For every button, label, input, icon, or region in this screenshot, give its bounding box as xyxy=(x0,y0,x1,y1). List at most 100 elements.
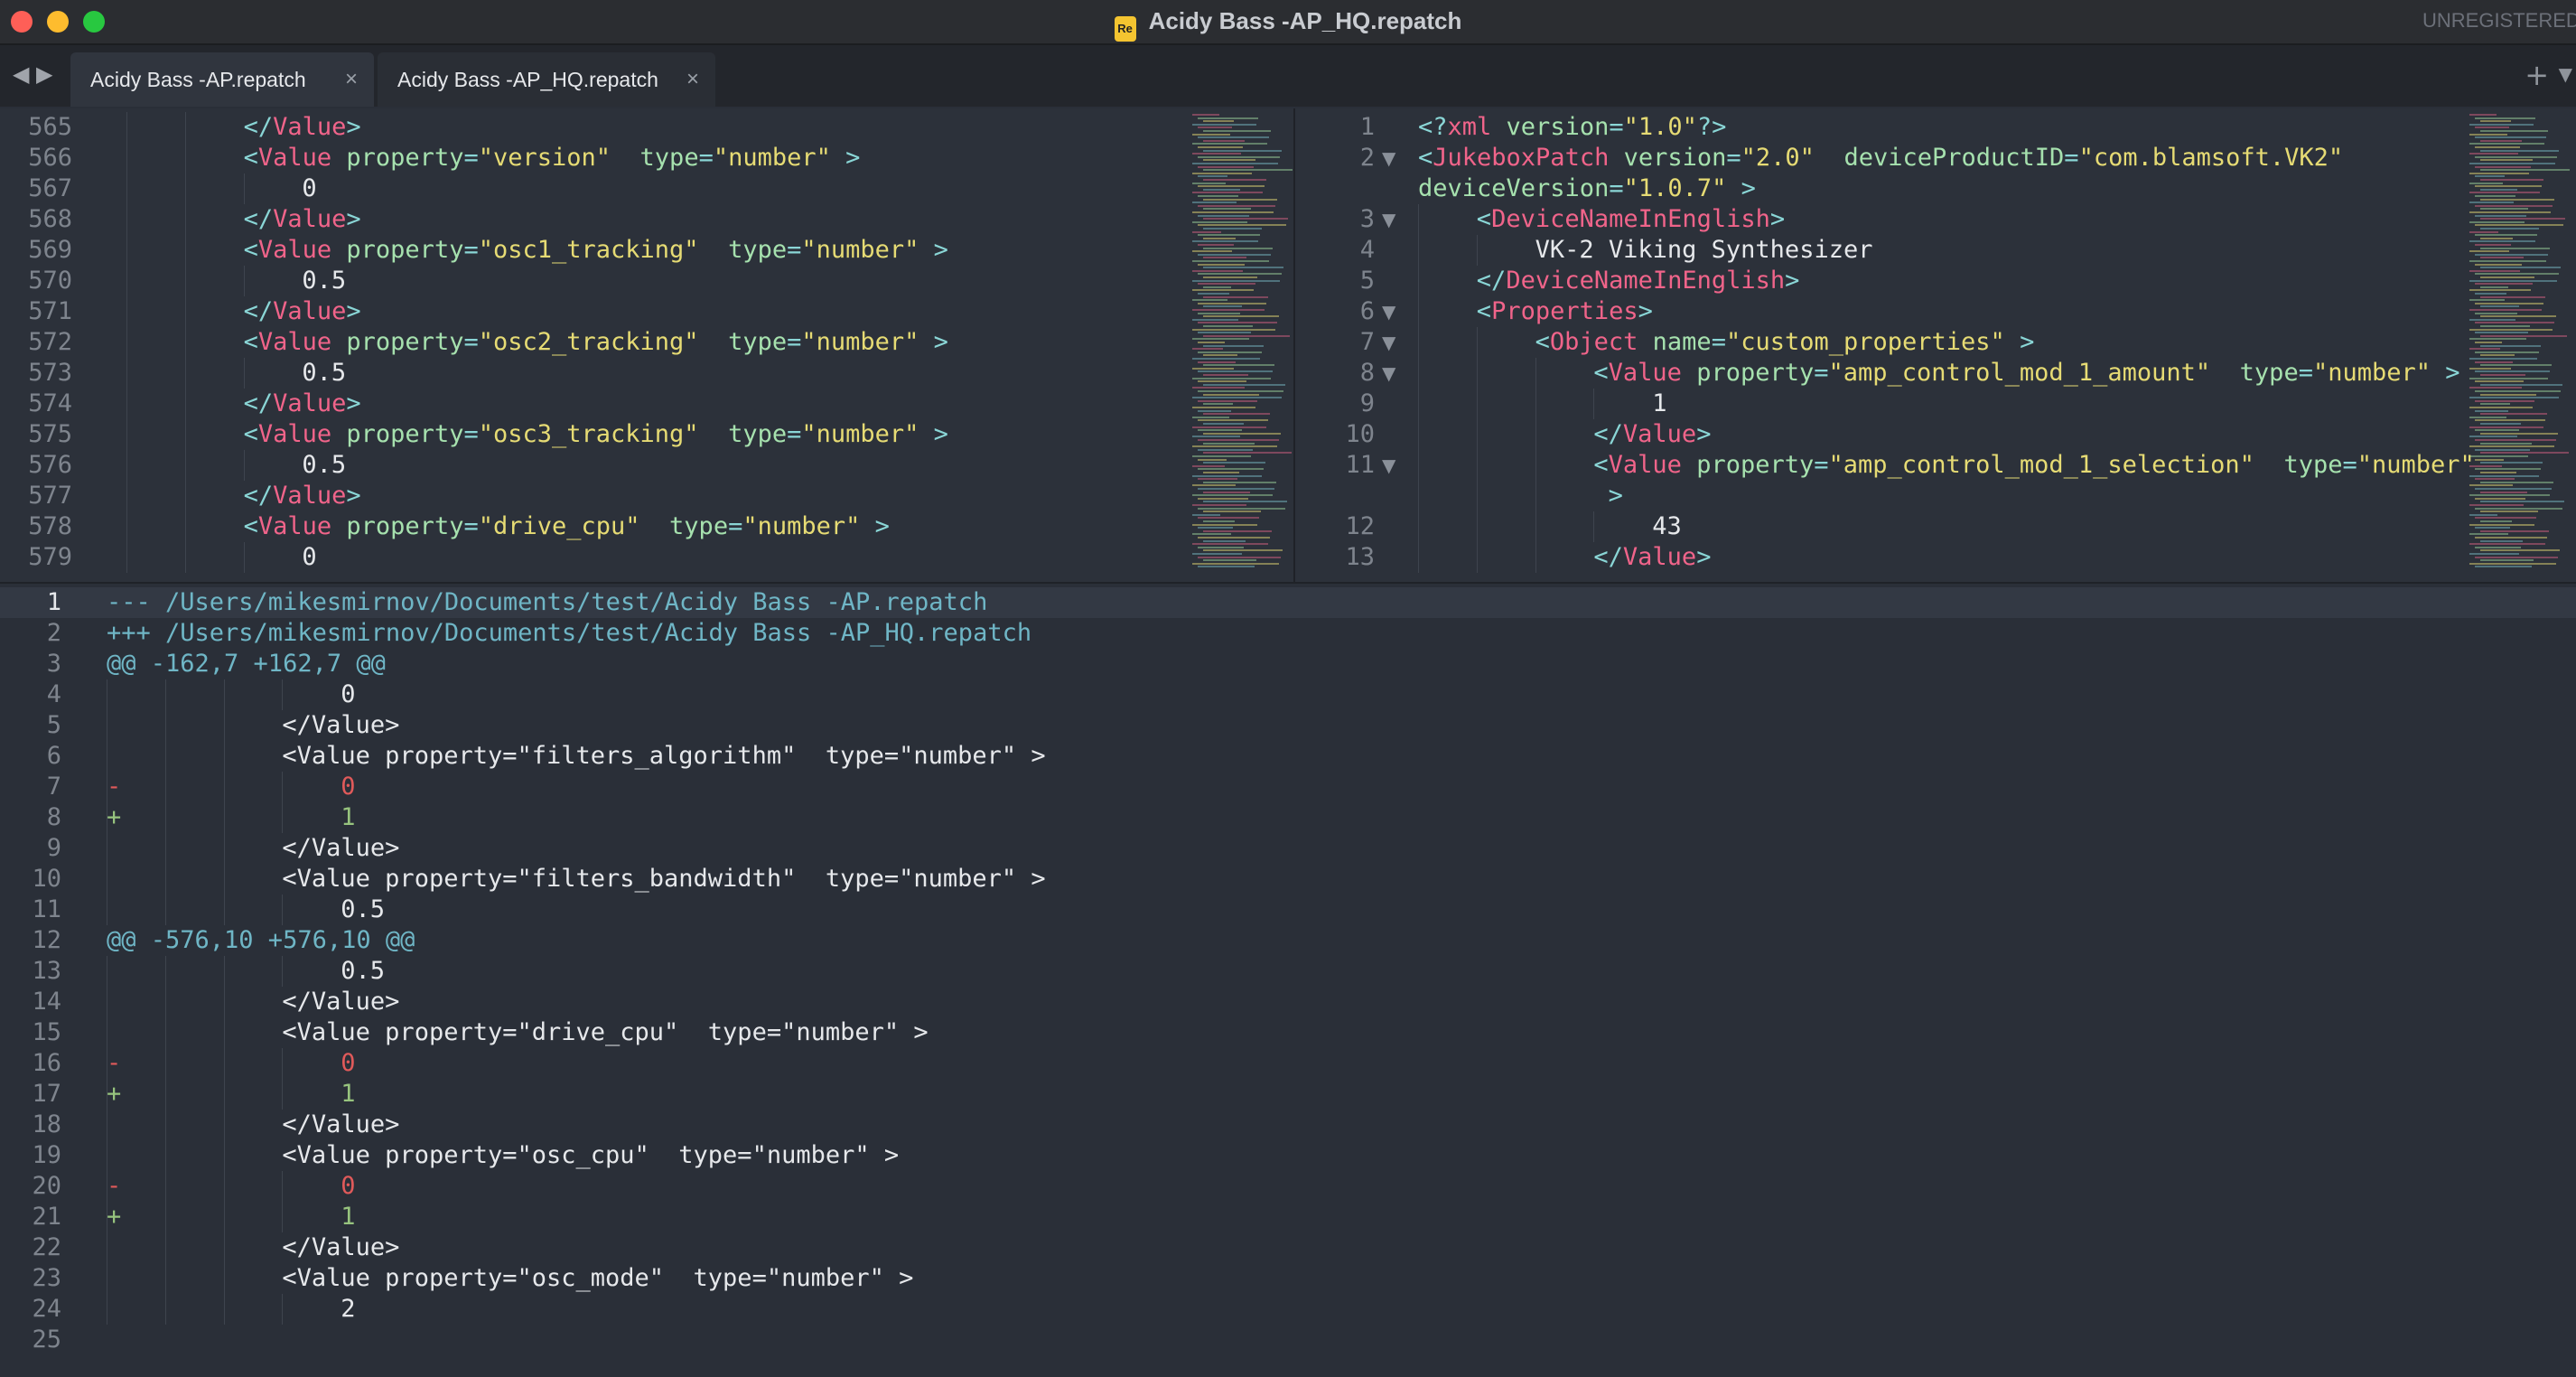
code-line[interactable]: 570 0.5 xyxy=(0,266,1165,296)
minimap-row xyxy=(1203,188,1240,191)
fold-arrow-icon[interactable]: ▼ xyxy=(1382,450,1395,481)
tab-menu-chevron-icon[interactable]: ▼ xyxy=(2559,63,2572,85)
code-line[interactable]: 567 0 xyxy=(0,173,1165,204)
minimap-row xyxy=(2469,143,2544,145)
diff-line[interactable]: 23 <Value property="osc_mode" type="numbe… xyxy=(0,1263,2576,1294)
diff-line[interactable]: 2 +++ /Users/mikesmirnov/Documents/test/A… xyxy=(0,618,2576,649)
code-line[interactable]: 11 ▼ <Value property="amp_control_mod_1_se… xyxy=(1295,450,2475,481)
code-line[interactable]: 3 ▼ <DeviceNameInEnglish> xyxy=(1295,204,2460,235)
code-line[interactable]: 6 ▼ <Properties> xyxy=(1295,296,2460,327)
code-line[interactable]: 578 <Value property="drive_cpu" type="num… xyxy=(0,511,1165,542)
diff-line[interactable]: 1 --- /Users/mikesmirnov/Documents/test/A… xyxy=(0,587,2576,618)
code-line[interactable]: 577 </Value> xyxy=(0,481,1165,511)
code-text: 0.5 xyxy=(302,266,346,296)
code-line[interactable]: > xyxy=(1295,481,2460,511)
minimap-row xyxy=(1203,511,1261,513)
minimap-row xyxy=(2469,397,2559,399)
diff-line[interactable]: 18 </Value> xyxy=(0,1110,2576,1140)
indent-guide xyxy=(223,679,225,710)
diff-line[interactable]: 13 0.5 xyxy=(0,956,2576,987)
indent-guide xyxy=(282,679,284,710)
diff-text: 0 xyxy=(341,1049,356,1077)
line-number: 7 xyxy=(1359,328,1375,356)
left-editor-pane[interactable]: 565 </Value> 566 <Value property="version" … xyxy=(0,108,1293,582)
diff-line[interactable]: 11 0.5 xyxy=(0,895,2576,925)
code-line[interactable]: 91 xyxy=(1295,389,2460,419)
code-line[interactable]: 10 </Value> xyxy=(1295,419,2460,450)
diff-line[interactable]: 7 - 0 xyxy=(0,772,2576,802)
diff-line[interactable]: 3 @@ -162,7 +162,7 @@ xyxy=(0,649,2576,679)
tab-close-icon[interactable]: × xyxy=(345,52,358,107)
left-minimap[interactable] xyxy=(1192,108,1293,582)
minimap-row xyxy=(2469,494,2550,497)
diff-line[interactable]: 24 2 xyxy=(0,1294,2576,1325)
code-line[interactable]: 572 <Value property="osc2_tracking" type=… xyxy=(0,327,1165,358)
tab-forward-arrow-icon[interactable]: ▶ xyxy=(36,61,52,87)
code-line[interactable]: 2 ▼ <JukeboxPatch version="2.0" deviceProd… xyxy=(1295,143,2460,173)
minimap-row xyxy=(1198,429,1242,432)
code-line[interactable]: 574 </Value> xyxy=(0,389,1165,419)
diff-editor-pane[interactable]: 1 --- /Users/mikesmirnov/Documents/test/A… xyxy=(0,584,2576,1377)
new-tab-plus-icon[interactable]: + xyxy=(2525,58,2549,92)
code-line[interactable]: 571 </Value> xyxy=(0,296,1165,327)
line-number: 2 xyxy=(1359,144,1375,172)
code-line[interactable]: 4 VK-2 Viking Synthesizer xyxy=(1295,235,2460,266)
tab-acidy-bass-ap[interactable]: Acidy Bass -AP.repatch × xyxy=(70,52,374,107)
token: > xyxy=(346,482,361,510)
diff-line[interactable]: 15 <Value property="drive_cpu" type="numb… xyxy=(0,1017,2576,1048)
fold-arrow-icon[interactable]: ▼ xyxy=(1382,143,1395,173)
minimap-row xyxy=(2475,409,2508,412)
code-line[interactable]: 5 </DeviceNameInEnglish> xyxy=(1295,266,2460,296)
indent-guide xyxy=(223,1294,225,1325)
code-line[interactable]: 565 </Value> xyxy=(0,112,1165,143)
code-line[interactable]: 573 0.5 xyxy=(0,358,1165,389)
tab-close-icon[interactable]: × xyxy=(686,52,699,107)
code-line[interactable]: 1 <?xml version="1.0"?> xyxy=(1295,112,2460,143)
indent-guide xyxy=(184,204,186,235)
tab-acidy-bass-ap-hq[interactable]: Acidy Bass -AP_HQ.repatch × xyxy=(378,52,715,107)
code-line[interactable]: 576 0.5 xyxy=(0,450,1165,481)
diff-line[interactable]: 12 @@ -576,10 +576,10 @@ xyxy=(0,925,2576,956)
token: = xyxy=(1609,113,1624,141)
code-line[interactable]: 13 </Value> xyxy=(1295,542,2460,573)
fold-arrow-icon[interactable]: ▼ xyxy=(1382,296,1395,327)
code-line[interactable]: deviceVersion="1.0.7" > xyxy=(1295,173,2460,204)
diff-line[interactable]: 40 xyxy=(0,679,2576,710)
diff-line[interactable]: 20 - 0 xyxy=(0,1171,2576,1202)
code-line[interactable]: 8 ▼ <Value property="amp_control_mod_1_amo… xyxy=(1295,358,2460,389)
minimap-row xyxy=(2475,126,2509,129)
minimap-row xyxy=(1192,367,1234,370)
indent-guide xyxy=(126,143,127,173)
right-editor-pane[interactable]: 1 <?xml version="1.0"?> 2 ▼ <JukeboxPatch ve… xyxy=(1295,108,2576,582)
minimap-row xyxy=(1198,399,1257,402)
code-line[interactable]: 568 </Value> xyxy=(0,204,1165,235)
minimap-row xyxy=(2469,260,2546,262)
fold-arrow-icon[interactable]: ▼ xyxy=(1382,358,1395,389)
right-minimap[interactable] xyxy=(2469,108,2571,582)
code-line[interactable]: 12 43 xyxy=(1295,511,2460,542)
diff-line[interactable]: 21 +1 xyxy=(0,1202,2576,1232)
code-line[interactable]: 579 0 xyxy=(0,542,1165,573)
diff-line[interactable]: 10 <Value property="filters_bandwidth" ty… xyxy=(0,864,2576,895)
token: = xyxy=(463,328,479,356)
diff-line[interactable]: 19 <Value property="osc_cpu" type="number… xyxy=(0,1140,2576,1171)
code-line[interactable]: 566 <Value property="version" type="numbe… xyxy=(0,143,1165,173)
code-line[interactable]: 575 <Value property="osc3_tracking" type=… xyxy=(0,419,1165,450)
diff-line[interactable]: 5 </Value> xyxy=(0,710,2576,741)
diff-line[interactable]: 25 xyxy=(0,1325,2576,1355)
diff-line[interactable]: 6 <Value property="filters_algorithm" typ… xyxy=(0,741,2576,772)
line-number: 566 xyxy=(28,144,72,172)
minimap-row xyxy=(1198,380,1246,383)
diff-line[interactable]: 8 +1 xyxy=(0,802,2576,833)
code-line[interactable]: 7 ▼ <Object name="custom_properties" > xyxy=(1295,327,2460,358)
diff-line[interactable]: 14 </Value> xyxy=(0,987,2576,1017)
code-line[interactable]: 569 <Value property="osc1_tracking" type=… xyxy=(0,235,1165,266)
minimap-row xyxy=(2475,517,2536,520)
diff-line[interactable]: 17 +1 xyxy=(0,1079,2576,1110)
diff-line[interactable]: 16 - 0 xyxy=(0,1048,2576,1079)
fold-arrow-icon[interactable]: ▼ xyxy=(1382,327,1395,358)
diff-line[interactable]: 9 </Value> xyxy=(0,833,2576,864)
diff-line[interactable]: 22 </Value> xyxy=(0,1232,2576,1263)
tab-back-arrow-icon[interactable]: ◀ xyxy=(13,61,29,87)
fold-arrow-icon[interactable]: ▼ xyxy=(1382,204,1395,235)
